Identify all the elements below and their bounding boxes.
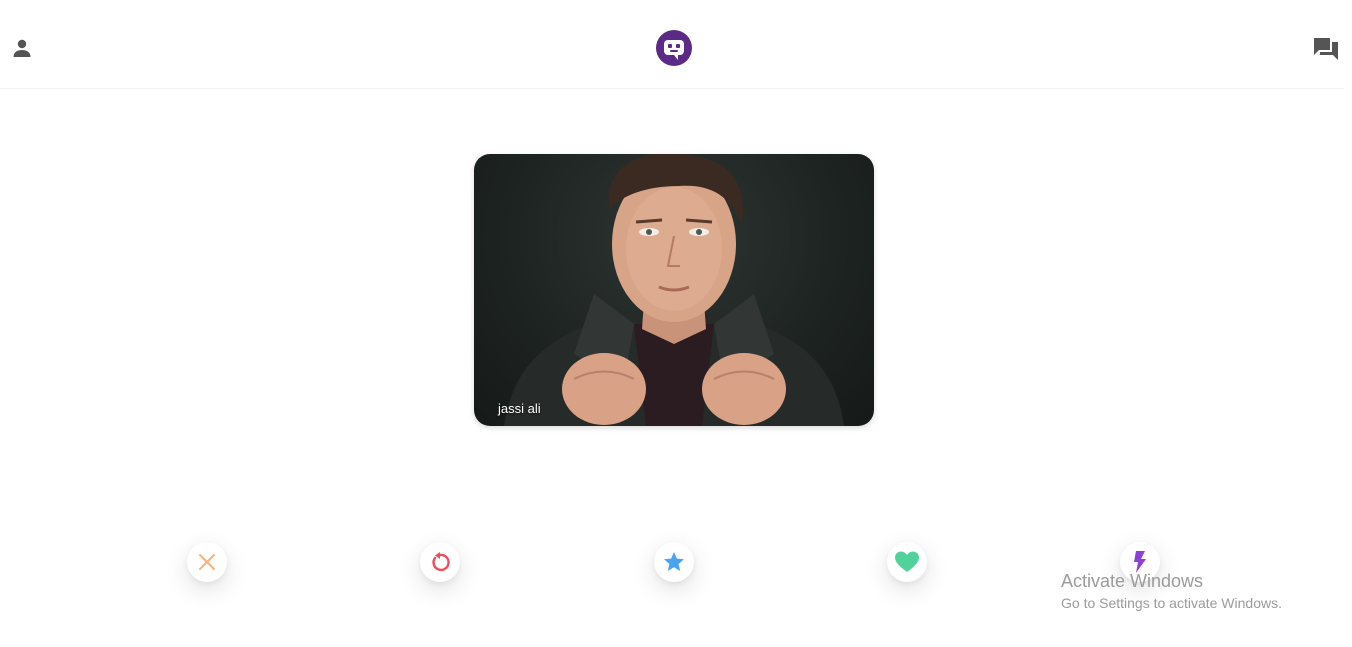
profile-card[interactable]: jassi ali [474, 154, 874, 426]
undo-icon [432, 552, 450, 572]
profile-name: jassi ali [498, 401, 541, 416]
super-like-button[interactable] [654, 542, 694, 582]
windows-activation-watermark: Activate Windows Go to Settings to activ… [1061, 571, 1282, 611]
like-button[interactable] [887, 542, 927, 582]
watermark-title: Activate Windows [1061, 571, 1204, 591]
forum-icon[interactable] [1312, 35, 1340, 63]
star-icon [664, 552, 684, 571]
dislike-button[interactable] [187, 542, 227, 582]
rewind-button[interactable] [420, 542, 460, 582]
chat-logo-icon[interactable] [655, 29, 693, 67]
watermark-subtitle: Go to Settings to activate Windows. [1061, 595, 1282, 611]
heart-icon [895, 551, 919, 572]
top-bar [0, 0, 1344, 89]
close-icon [199, 554, 215, 570]
profile-photo [504, 154, 844, 426]
person-icon[interactable] [10, 36, 34, 60]
